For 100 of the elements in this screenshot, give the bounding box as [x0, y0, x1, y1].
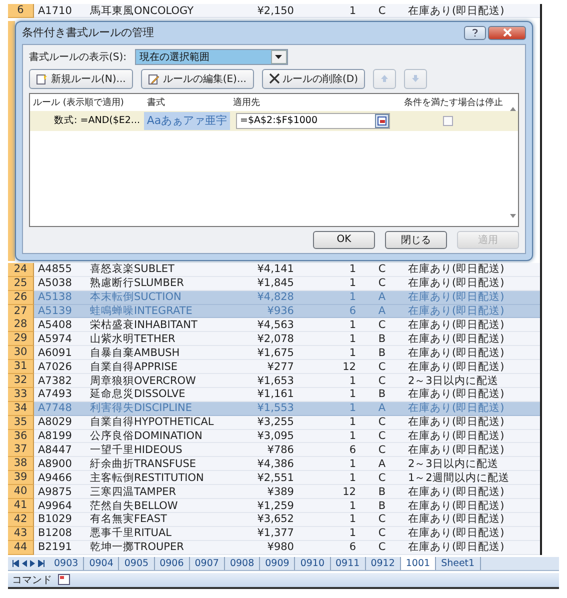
table-cell-text: A6091: [37, 346, 73, 360]
table-cell-text: 在庫あり(即日配送): [407, 486, 506, 499]
table-cell-text: ¥980: [266, 541, 295, 554]
table-cell-text: 在庫あり(即日配送): [407, 346, 506, 360]
dropdown-button[interactable]: [270, 50, 287, 64]
close-button[interactable]: [488, 26, 526, 40]
delete-rule-button[interactable]: ルールの削除(D): [262, 68, 366, 89]
table-cell-text: 公序良俗DOMINATION: [89, 430, 204, 444]
table-cell-text: 蛙鳴蝉噪INTEGRATE: [89, 305, 194, 318]
last-sheet-icon[interactable]: [38, 560, 45, 567]
table-cell-text: 栄枯盛衰INHABITANT: [89, 318, 198, 332]
table-cell-text: C: [377, 4, 387, 18]
help-button[interactable]: [464, 26, 486, 40]
table-cell-text: B: [377, 346, 387, 360]
table-cell-text: 在庫あり(即日配送): [407, 277, 506, 290]
table-cell-text: ¥2,551: [256, 472, 295, 485]
table-cell-text: 6: [348, 541, 357, 554]
table-cell-text: C: [377, 527, 387, 540]
table-cell-text: 1: [348, 318, 357, 332]
table-cell-text: A8900: [37, 458, 73, 471]
new-rule-button[interactable]: 新規ルール(N)...: [29, 68, 133, 89]
row-number: 30: [8, 346, 34, 360]
table-cell-text: 在庫あり(即日配送): [407, 541, 506, 554]
table-cell-text: ¥1,377: [256, 527, 295, 540]
sheet-tab[interactable]: 0908: [224, 556, 260, 570]
table-cell-text: 1～2週間以内に配送: [407, 472, 510, 485]
rules-scope-dropdown[interactable]: 現在の選択範囲: [134, 48, 288, 65]
table-cell-text: 悪事千里RITUAL: [89, 527, 173, 540]
table-cell-text: 1: [348, 291, 357, 304]
table-cell-text: A4855: [37, 263, 73, 276]
rule-row[interactable]: 数式: =AND($E2... Aaあぁアァ亜宇 =$A$2:$F$1000: [30, 110, 518, 131]
row-number: 36: [8, 430, 34, 444]
table-cell-text: B: [377, 332, 387, 346]
macro-record-icon[interactable]: [58, 574, 70, 586]
edit-rule-button[interactable]: ルールの編集(E)...: [140, 68, 254, 89]
stop-checkbox[interactable]: [443, 116, 453, 126]
sheet-tab[interactable]: 0906: [154, 556, 190, 570]
scroll-down-icon[interactable]: [510, 214, 516, 218]
sheet-tab[interactable]: 0905: [119, 556, 155, 570]
dialog-button[interactable]: OK: [313, 230, 375, 249]
table-cell-text: B: [377, 486, 387, 499]
row-number: 43: [8, 526, 34, 541]
table-cell-text: 熟慮断行SLUMBER: [89, 277, 185, 290]
table-cell-text: A9466: [37, 472, 73, 485]
table-cell-text: 1: [348, 346, 357, 360]
sheet-tab[interactable]: 0909: [260, 556, 296, 570]
row-number: 37: [8, 443, 34, 458]
row-number: 44: [8, 540, 34, 555]
table-cell-text: ¥1,553: [256, 402, 295, 416]
first-sheet-icon[interactable]: [12, 560, 19, 567]
table-cell-text: B2191: [37, 541, 73, 554]
range-select-button[interactable]: [375, 114, 389, 128]
table-cell-text: 馬耳東風ONCOLOGY: [89, 4, 194, 18]
table-cell-text: A9875: [37, 486, 73, 499]
table-cell-text: ¥277: [266, 360, 295, 374]
table-cell-text: C: [377, 444, 387, 457]
table-cell-text: ¥3,255: [256, 416, 295, 430]
table-cell-text: 一望千里HIDEOUS: [89, 444, 184, 457]
table-cell-text: ¥4,141: [256, 263, 295, 276]
sheet-tab[interactable]: 0907: [190, 556, 225, 570]
table-cell-text: A9964: [37, 500, 73, 513]
table-cell-text: C: [377, 374, 387, 388]
table-cell-text: 自暴自棄AMBUSH: [89, 346, 181, 360]
table-cell-text: 1: [348, 430, 357, 444]
new-document-icon: [36, 72, 48, 85]
sheet-tab[interactable]: 0904: [84, 556, 120, 570]
row-number: 26: [8, 290, 34, 305]
row-number: 42: [8, 512, 34, 527]
range-icon: [377, 116, 387, 126]
dialog-button[interactable]: 閉じる: [385, 230, 447, 249]
table-cell-text: 自業自得HYPOTHETICAL: [89, 416, 215, 430]
sheet-tab[interactable]: 1001: [400, 556, 436, 570]
table-cell-text: 三寒四温TAMPER: [89, 486, 178, 499]
table-cell-text: A7493: [37, 388, 73, 402]
table-cell-text: A: [377, 458, 387, 471]
table-cell-text: 1: [348, 416, 357, 430]
table-cell-text: A5139: [37, 305, 73, 318]
table-cell-text: 利害得失DISCIPLINE: [89, 402, 194, 416]
table-cell-text: A5038: [37, 277, 73, 290]
table-cell-text: C: [377, 472, 387, 485]
sheet-tab[interactable]: 0903: [49, 556, 84, 570]
table-cell-text: ¥2,078: [256, 332, 295, 346]
table-cell-text: B: [377, 388, 387, 402]
table-cell-text: A5408: [37, 318, 73, 332]
sheet-tab[interactable]: 0910: [295, 556, 330, 570]
next-sheet-icon[interactable]: [30, 560, 35, 567]
table-cell-text: 周章狼狽OVERCROW: [89, 374, 197, 388]
table-cell-text: A1710: [37, 4, 73, 18]
show-rules-label: 書式ルールの表示(S):: [29, 50, 127, 64]
table-cell-text: 1: [348, 263, 357, 276]
table-cell-text: 在庫あり(即日配送): [407, 388, 506, 402]
applies-to-field[interactable]: =$A$2:$F$1000: [236, 112, 390, 129]
previous-sheet-icon[interactable]: [22, 560, 27, 567]
row-number: 31: [8, 360, 34, 374]
table-cell-text: ¥389: [266, 486, 295, 499]
table-cell-text: A8447: [37, 444, 73, 457]
sheet-tab[interactable]: 0911: [330, 556, 366, 570]
table-cell-text: 6: [348, 305, 357, 318]
table-cell-text: ¥936: [266, 305, 295, 318]
sheet-tab[interactable]: Sheet1: [436, 556, 481, 570]
